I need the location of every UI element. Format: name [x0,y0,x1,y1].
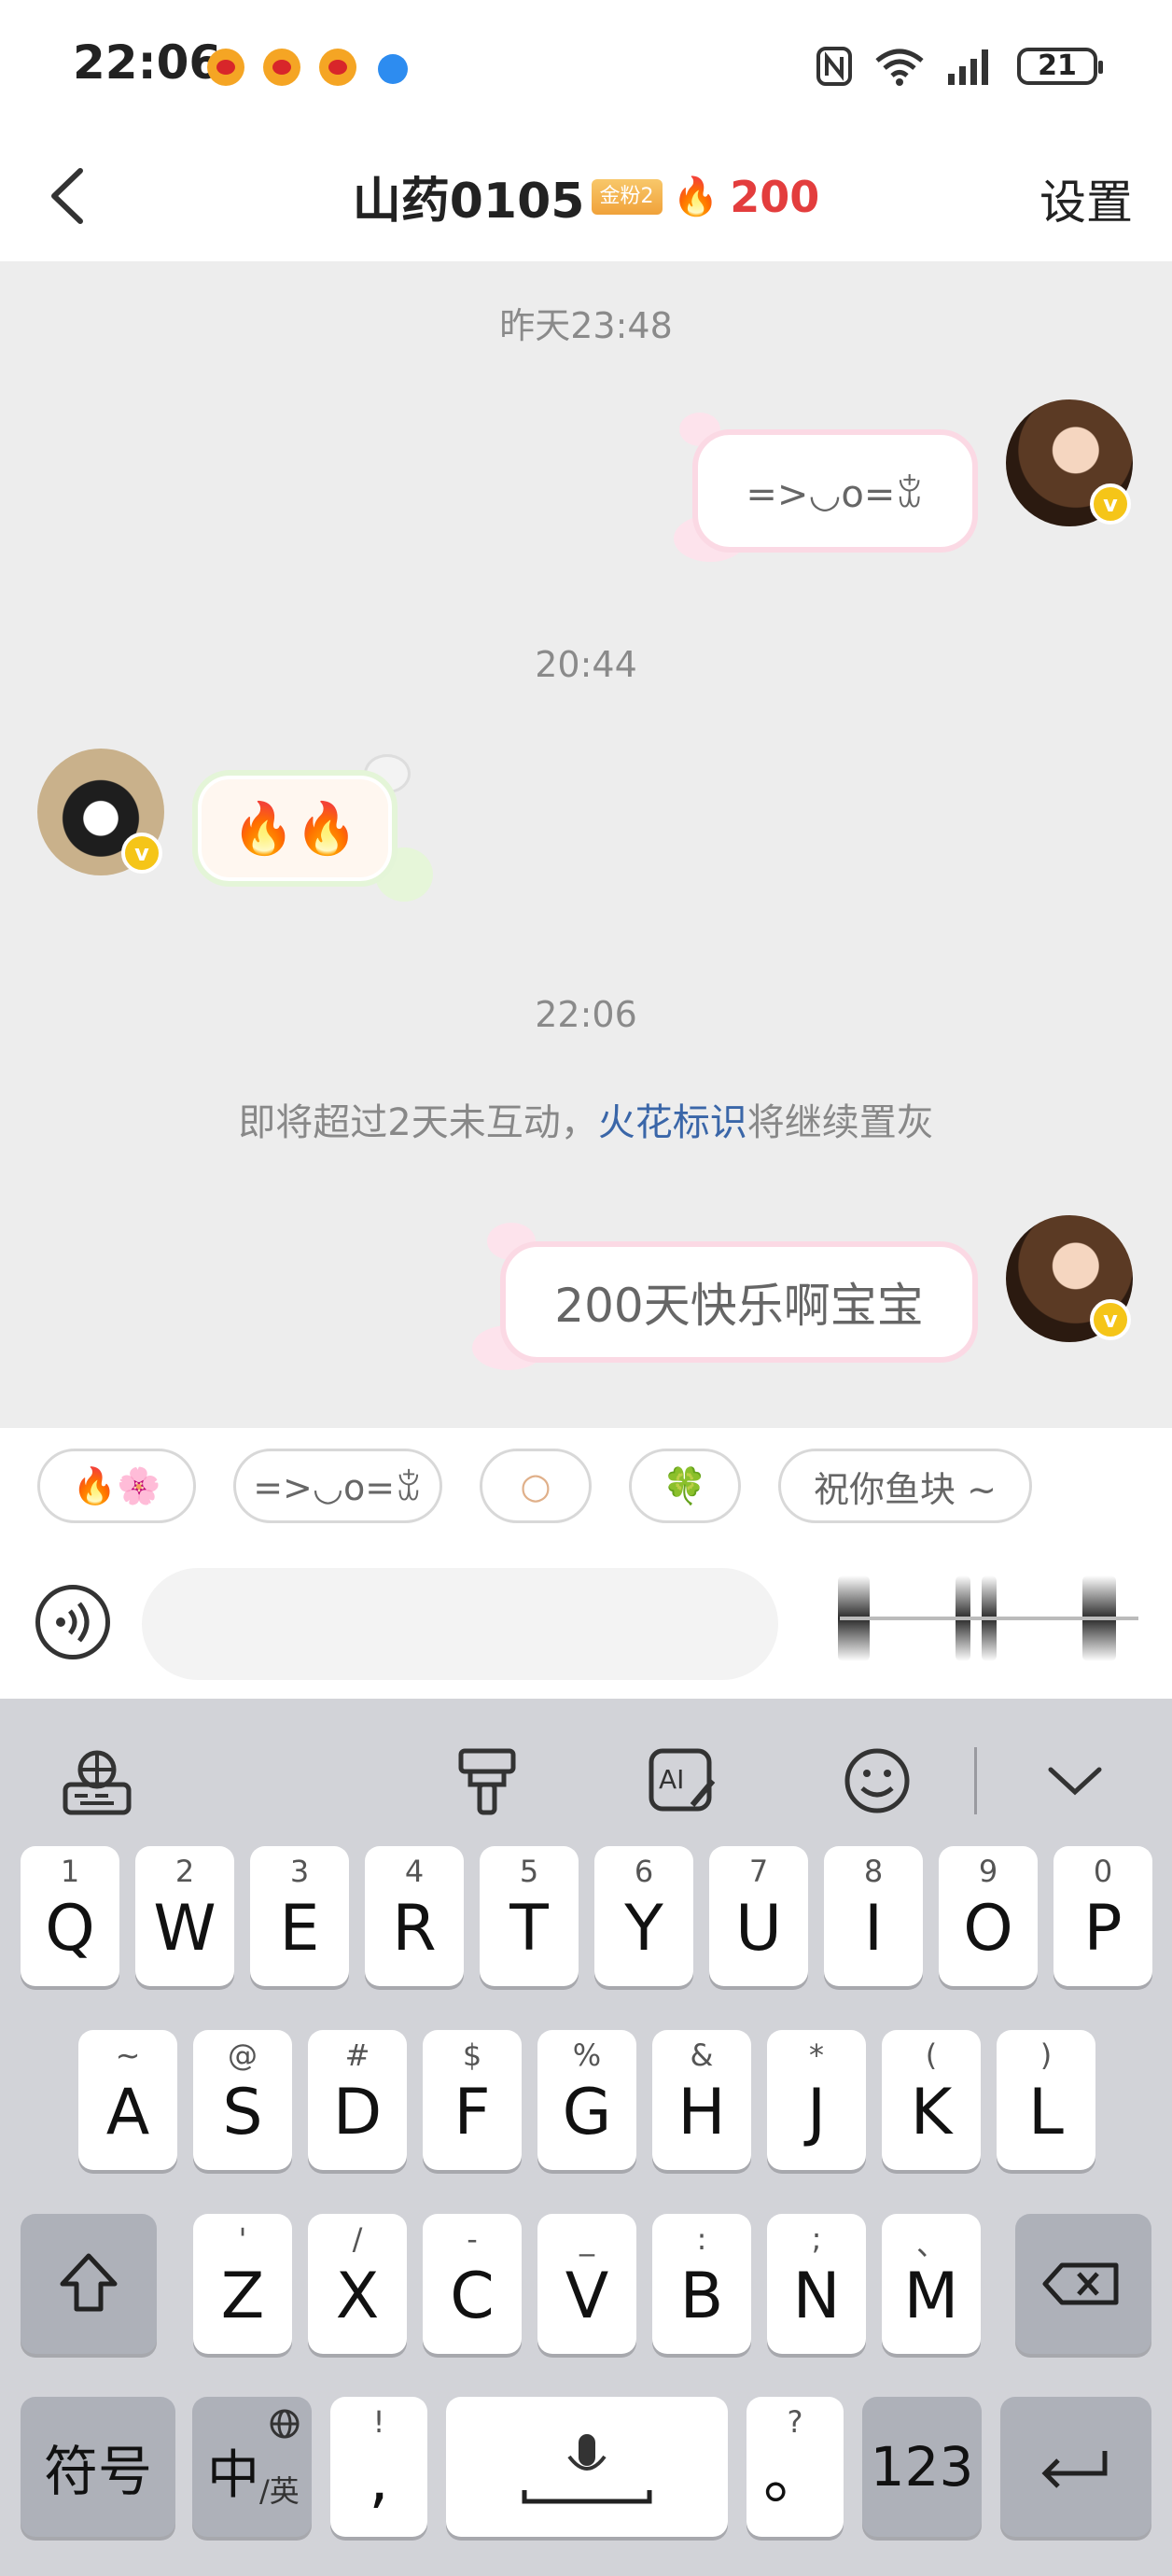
message-timestamp: 昨天23:48 [499,305,673,346]
key-z[interactable]: ' Z [193,2214,292,2354]
weibo-notification-icon [207,49,244,86]
keyboard-language-icon[interactable] [60,1743,134,1818]
key-l[interactable]: ) L [997,2030,1095,2170]
key-r[interactable]: 4R [365,1846,464,1986]
key-w[interactable]: 2W [135,1846,234,1986]
key-n[interactable]: ; N [767,2214,866,2354]
backspace-key[interactable] [1015,2214,1151,2354]
quick-reply-chip[interactable]: 🍀 [629,1449,741,1523]
key-o[interactable]: 9O [939,1846,1038,1986]
keyboard-toolbar: AI [0,1699,1172,1848]
key-e[interactable]: 3E [250,1846,349,1986]
browser-notification-icon [378,54,408,84]
key-u[interactable]: 7U [709,1846,808,1986]
key-a[interactable]: ~ A [78,2030,177,2170]
message-bubble-incoming[interactable]: 🔥🔥 [192,770,398,887]
system-icons: 21 [816,45,1103,88]
verified-badge: v [1090,1299,1131,1340]
soft-keyboard: AI 1Q 2W 3E 4R 5T 6Y 7U 8I 9O 0P ~ A @ S #… [0,1699,1172,2576]
contact-name[interactable]: 山药0105 [353,174,585,230]
chat-header: 山药0105 金粉2 🔥 200 设置 [0,135,1172,261]
key-c[interactable]: -C [423,2214,522,2354]
numbers-key[interactable]: 123 [862,2397,982,2537]
streak-count: 200 [730,171,820,222]
key-b[interactable]: :B [652,2214,751,2354]
emoji-icon[interactable] [840,1743,914,1818]
chat-messages: 昨天23:48 =>◡o=ꒃ v 20:44 v 🔥🔥 22:06 即将超过2天… [0,261,1172,1428]
notice-suffix: 将继续置灰 [746,1101,934,1144]
message-input[interactable] [142,1568,778,1680]
wifi-icon [875,49,924,86]
message-bubble-outgoing[interactable]: =>◡o=ꒃ [692,429,978,553]
message-timestamp: 22:06 [535,994,637,1035]
backspace-icon [1042,2262,1119,2305]
key-x[interactable]: / X [308,2214,407,2354]
toolbar-divider [974,1747,977,1814]
shift-key[interactable] [21,2214,157,2354]
notice-prefix: 即将超过2天未互动， [238,1101,598,1144]
comma-key[interactable]: !, [330,2397,427,2537]
microphone-icon [522,2434,652,2504]
status-bar: 22:06 21 [0,0,1172,135]
symbols-key[interactable]: 符号 [21,2397,175,2537]
key-f[interactable]: $ F [423,2030,522,2170]
quick-reply-chip[interactable]: =>◡o=ꒃ [233,1449,442,1523]
shift-arrow-icon [60,2253,118,2312]
message-timestamp: 20:44 [535,644,637,685]
message-input-bar [0,1540,1172,1699]
period-key[interactable]: ?。 [746,2397,844,2537]
enter-key[interactable] [1000,2397,1151,2537]
fire-icon: 🔥 [672,175,719,218]
enter-icon [1041,2451,1108,2488]
message-text: =>◡o=ꒃ [746,472,925,516]
key-v[interactable]: _ V [537,2214,636,2354]
message-text: 🔥🔥 [231,798,358,858]
quick-reply-chip[interactable]: 🔥🌸 [37,1449,196,1523]
settings-button[interactable]: 设置 [1039,165,1133,232]
spark-badge-link[interactable]: 火花标识 [598,1101,747,1144]
svg-text:AI: AI [659,1764,684,1795]
status-time: 22:06 [73,35,222,90]
key-p[interactable]: 0P [1053,1846,1152,1986]
language-switch-key[interactable]: 中 /英 [192,2397,312,2537]
signal-icon [948,49,988,85]
key-y[interactable]: 6Y [594,1846,693,1986]
quick-reply-chip[interactable]: ○ [480,1449,592,1523]
key-i[interactable]: 8I [824,1846,923,1986]
quick-reply-bar: 🔥🌸 =>◡o=ꒃ ○ 🍀 祝你鱼块 ~ [0,1428,1172,1540]
weibo-notification-icon [263,49,300,86]
theme-brush-icon[interactable] [450,1743,524,1818]
verified-badge: v [121,833,162,874]
space-key[interactable] [446,2397,728,2537]
message-text: 200天快乐啊宝宝 [554,1279,924,1333]
waveform-line [840,1617,1138,1620]
key-h[interactable]: & H [652,2030,751,2170]
key-t[interactable]: 5T [480,1846,579,1986]
key-k[interactable]: (K [882,2030,981,2170]
message-bubble-outgoing[interactable]: 200天快乐啊宝宝 [500,1241,978,1363]
verified-badge: v [1090,483,1131,525]
globe-icon [270,2409,300,2439]
quick-reply-chip[interactable]: 祝你鱼块 ~ [778,1449,1032,1523]
hide-keyboard-chevron-icon[interactable] [1038,1743,1112,1818]
key-s[interactable]: @ S [193,2030,292,2170]
system-notice: 即将超过2天未互动，火花标识将继续置灰 [0,1092,1172,1146]
weibo-notification-icon [319,49,356,86]
battery-indicator: 21 [1017,48,1103,85]
fan-level-badge: 金粉2 [592,178,663,215]
key-m[interactable]: 、 M [882,2214,981,2354]
ai-write-icon[interactable]: AI [646,1743,720,1818]
key-g[interactable]: % G [537,2030,636,2170]
nfc-icon [816,47,852,86]
title-group: 山药0105 金粉2 🔥 200 [0,161,1172,231]
key-j[interactable]: * J [767,2030,866,2170]
key-d[interactable]: # D [308,2030,407,2170]
key-q[interactable]: 1Q [21,1846,119,1986]
voice-input-icon[interactable] [35,1585,110,1659]
